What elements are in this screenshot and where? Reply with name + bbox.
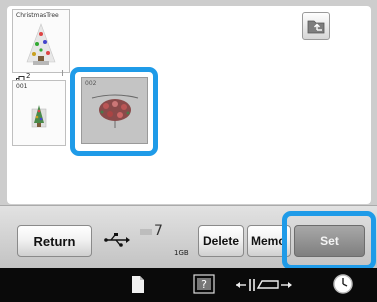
status-bar: ? — [0, 268, 377, 302]
folder-name: ChristmasTree — [16, 12, 59, 19]
memory-indicator: 7 1GB — [140, 223, 195, 259]
design-thumbnail-001[interactable]: 001 — [12, 80, 66, 146]
delete-button[interactable]: Delete — [198, 225, 244, 257]
presser-foot-icon[interactable] — [235, 277, 293, 298]
design-001-image — [31, 105, 47, 128]
memory-unit: 1GB — [174, 249, 189, 257]
page-icon[interactable] — [131, 275, 145, 299]
christmas-tree-image — [26, 23, 56, 65]
usb-icon — [104, 232, 130, 253]
folder-thumbnail[interactable]: ChristmasTree 2 — [12, 9, 70, 84]
folder-up-button[interactable] — [302, 12, 330, 40]
design-thumbnail-002[interactable]: 002 — [81, 77, 148, 144]
design-label: 001 — [16, 83, 28, 90]
svg-text:?: ? — [201, 278, 207, 291]
design-label: 002 — [85, 80, 97, 87]
memory-bar-graphic — [140, 229, 152, 235]
folder-up-icon — [307, 20, 325, 34]
design-002-image — [91, 94, 139, 128]
set-button[interactable]: Set — [294, 225, 365, 257]
divider — [62, 70, 66, 76]
memory-value: 7 — [154, 223, 163, 239]
clock-icon[interactable] — [332, 273, 354, 300]
help-icon[interactable]: ? — [193, 274, 215, 299]
return-button[interactable]: Return — [17, 225, 92, 257]
design-count: 2 — [26, 72, 31, 80]
